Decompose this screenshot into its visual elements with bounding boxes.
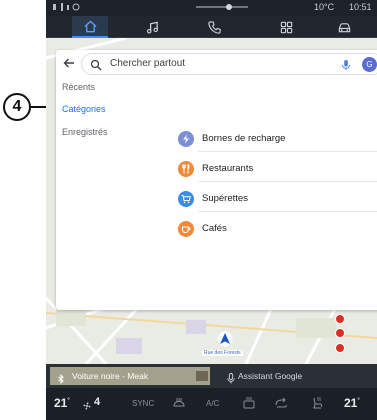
media-source-button[interactable]: Voiture noire - Meak (50, 367, 210, 385)
map-pin-icon[interactable] (335, 343, 345, 353)
driver-temperature[interactable]: 21° (54, 396, 70, 410)
bluetooth-icon (56, 371, 66, 385)
status-slider-track (196, 6, 248, 8)
navigation-arrow-icon (217, 331, 233, 347)
infotainment-screen: 10°C 10:51 Rue des Forests Chercher part… (46, 0, 377, 420)
back-arrow-icon[interactable] (62, 56, 76, 70)
music-icon (146, 21, 158, 33)
bluetooth-icon (67, 5, 69, 10)
microphone-icon[interactable] (340, 58, 352, 70)
car-icon (338, 22, 350, 32)
divider (198, 211, 377, 212)
assistant-mic-icon[interactable] (226, 371, 236, 384)
phone-icon (207, 20, 221, 34)
sidebar-item-recents[interactable]: Récents (62, 82, 95, 92)
divider (198, 181, 377, 182)
nav-home[interactable] (72, 16, 108, 38)
driver-temperature-value: 21 (54, 396, 68, 410)
nav-car[interactable] (326, 16, 362, 38)
front-defrost-icon[interactable] (172, 396, 186, 410)
category-charging-stations[interactable]: Bornes de recharge (174, 128, 377, 152)
divider (198, 151, 377, 152)
outside-temperature: 10°C (314, 2, 335, 12)
battery-icon (61, 3, 63, 11)
status-slider-knob[interactable] (226, 4, 232, 10)
album-art (196, 371, 208, 381)
sidebar-item-saved[interactable]: Enregistrés (62, 127, 108, 137)
degree-symbol: ° (357, 398, 360, 404)
search-input[interactable]: Chercher partout (110, 58, 185, 69)
shopping-cart-icon (178, 191, 194, 207)
wifi-icon (72, 3, 80, 11)
category-cafes[interactable]: Cafés (174, 218, 377, 242)
search-bar[interactable]: Chercher partout G (82, 54, 377, 74)
degree-symbol: ° (67, 398, 70, 404)
stage: 4 10°C 10:51 Rue des Forests Chercher pa… (0, 0, 377, 420)
rear-defrost-icon[interactable] (242, 396, 256, 410)
signal-icon (53, 4, 56, 10)
apps-icon (280, 21, 292, 33)
cafe-icon (178, 221, 194, 237)
fan-icon[interactable] (82, 398, 92, 410)
media-device-name: Voiture noire - Meak (72, 371, 149, 381)
sidebar-item-categories[interactable]: Catégories (62, 104, 106, 114)
category-sidebar: Récents Catégories Enregistrés (56, 74, 118, 274)
charging-station-icon (178, 131, 194, 147)
assistant-label[interactable]: Assistant Google (238, 371, 302, 381)
category-label: Restaurants (202, 163, 254, 174)
callout-number: 4 (3, 93, 31, 121)
nav-music[interactable] (134, 16, 170, 38)
status-bar: 10°C 10:51 (46, 0, 377, 16)
street-label: Rue des Forests (202, 350, 243, 356)
restaurant-icon (178, 161, 194, 177)
category-restaurants[interactable]: Restaurants (174, 158, 377, 182)
passenger-temperature-value: 21 (344, 396, 358, 410)
nav-phone[interactable] (196, 16, 232, 38)
seat-heat-icon[interactable] (310, 396, 324, 410)
passenger-temperature[interactable]: 21° (344, 396, 360, 410)
category-label: Cafés (202, 223, 227, 234)
nav-apps[interactable] (268, 16, 304, 38)
category-convenience-stores[interactable]: Supérettes (174, 188, 377, 212)
account-avatar[interactable]: G (362, 57, 377, 72)
sync-button[interactable]: SYNC (132, 399, 154, 408)
climate-bar: 21° 4 SYNC A/C 21° (46, 388, 377, 420)
search-icon (90, 58, 102, 71)
fan-level[interactable]: 4 (94, 396, 100, 408)
clock: 10:51 (349, 2, 372, 12)
top-navigation (46, 16, 377, 38)
recirculation-icon[interactable] (274, 396, 288, 410)
media-bar: Voiture noire - Meak Assistant Google (46, 364, 377, 388)
ac-button[interactable]: A/C (206, 399, 219, 408)
category-label: Supérettes (202, 193, 248, 204)
map-pin-icon[interactable] (335, 314, 345, 324)
home-icon (83, 20, 97, 32)
status-icons (52, 2, 112, 14)
search-panel: Chercher partout G Récents Catégories En… (56, 50, 377, 310)
map-pin-icon[interactable] (335, 328, 345, 338)
category-label: Bornes de recharge (202, 133, 286, 144)
